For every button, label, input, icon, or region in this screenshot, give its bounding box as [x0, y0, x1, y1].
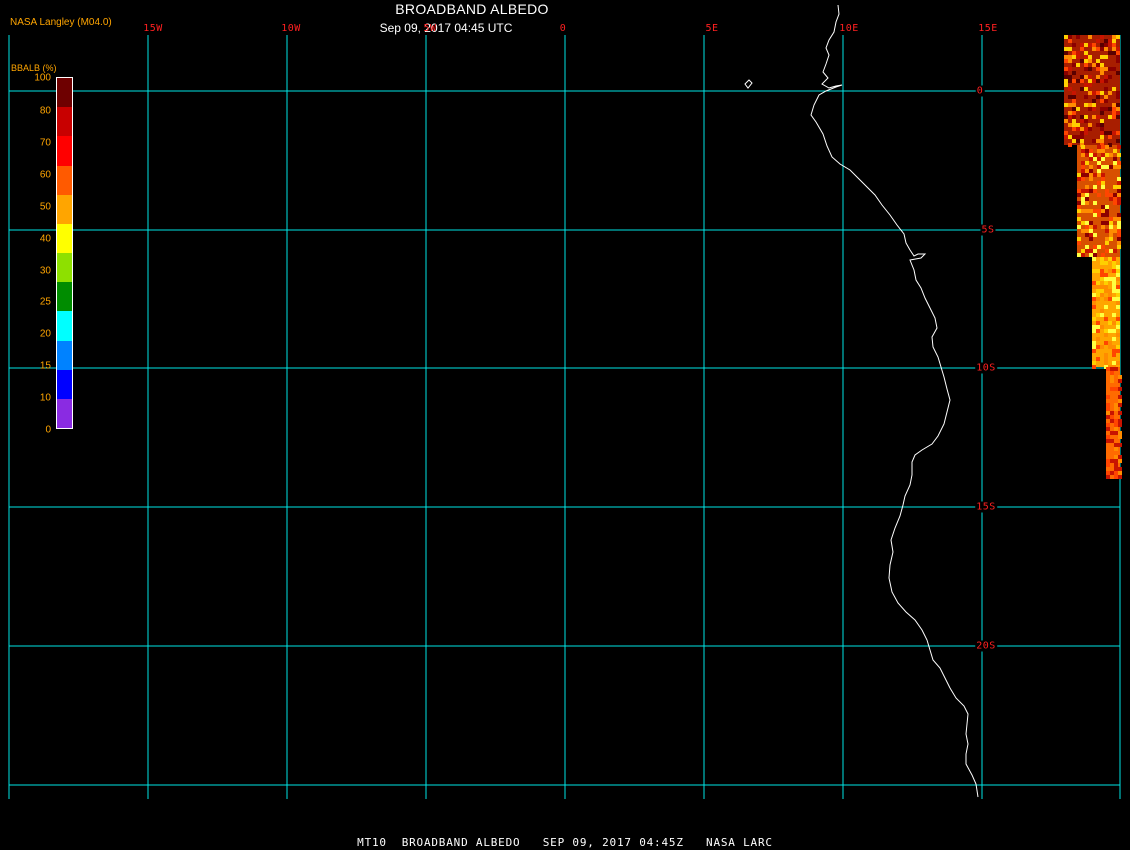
graticule — [8, 35, 1121, 799]
colorbar-tick-label: 15 — [39, 360, 51, 372]
colorbar-segment — [57, 194, 72, 225]
island-outline — [744, 79, 753, 89]
colorbar-tick-label: 25 — [39, 296, 51, 308]
colorbar-segment — [57, 369, 72, 400]
albedo-data-swath — [1064, 35, 1122, 479]
colorbar-tick-label: 100 — [34, 72, 51, 84]
colorbar-segment — [57, 107, 72, 137]
africa-coastline — [810, 4, 979, 798]
colorbar-tick-label: 10 — [39, 392, 51, 404]
map-title: BROADBAND ALBEDO — [395, 1, 549, 17]
map-svg — [8, 4, 1122, 799]
lat-label-0: 0 — [975, 85, 985, 97]
colorbar-segment — [57, 78, 72, 108]
colorbar-tick-label: 60 — [39, 169, 51, 181]
colorbar-tick-label: 40 — [39, 233, 51, 245]
lon-label-15w: 15W — [143, 23, 163, 34]
colorbar-tick-label: 20 — [39, 328, 51, 340]
colorbar-segment — [57, 282, 72, 312]
lon-label-0: 0 — [559, 23, 567, 34]
colorbar-tick-label: 50 — [39, 201, 51, 213]
lon-label-5w: 5W — [423, 23, 437, 34]
colorbar-tick-label: 70 — [39, 137, 51, 149]
colorbar-segment — [57, 136, 72, 166]
lat-label-10s: 10S — [975, 362, 997, 374]
lat-label-20s: 20S — [975, 640, 997, 652]
lon-label-15e: 15E — [978, 23, 998, 34]
colorbar-scale — [56, 77, 73, 429]
lon-label-5e: 5E — [705, 23, 719, 34]
colorbar-title: BBALB (%) — [11, 63, 57, 73]
lon-label-10e: 10E — [839, 23, 859, 34]
lat-label-15s: 15S — [975, 501, 997, 513]
lat-label-5s: 5S — [980, 224, 996, 236]
colorbar-segment — [57, 223, 72, 254]
footer-caption: MT10 BROADBAND ALBEDO SEP 09, 2017 04:45… — [357, 836, 773, 849]
colorbar-tick-label: 0 — [45, 424, 51, 436]
colorbar-segment — [57, 340, 72, 371]
lon-label-10w: 10W — [281, 23, 301, 34]
colorbar-tick-label: 30 — [39, 265, 51, 277]
colorbar-segment — [57, 165, 72, 196]
colorbar-segment — [57, 311, 72, 341]
colorbar-segment — [57, 253, 72, 283]
colorbar-tick-label: 80 — [39, 105, 51, 117]
map-timestamp: Sep 09, 2017 04:45 UTC — [379, 21, 513, 35]
colorbar-segment — [57, 398, 72, 429]
producer-label: NASA Langley (M04.0) — [10, 17, 112, 28]
